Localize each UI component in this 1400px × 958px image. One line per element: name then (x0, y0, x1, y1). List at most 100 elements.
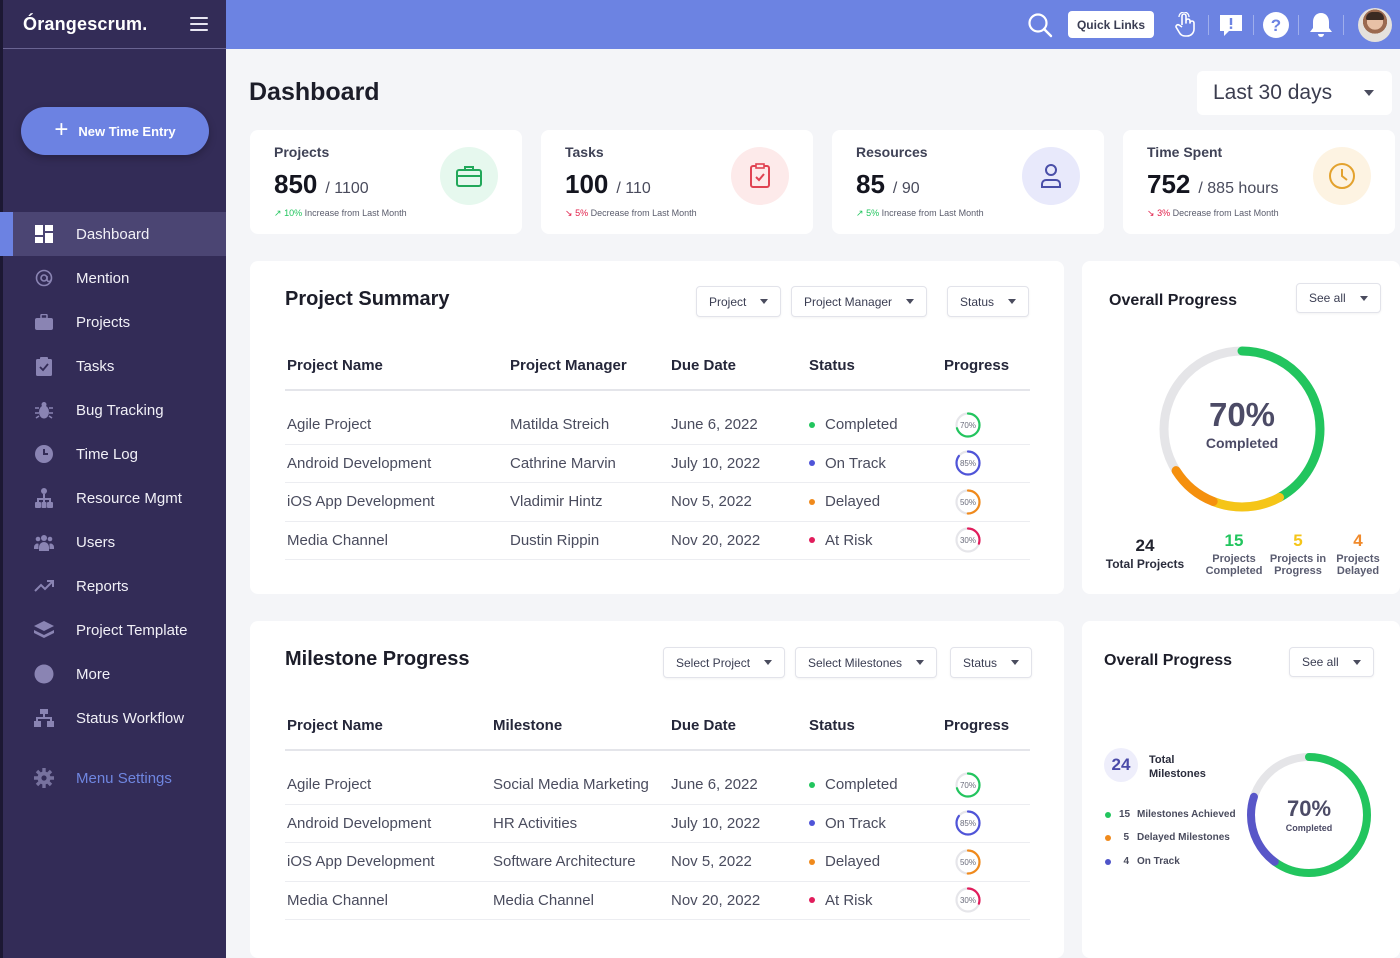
total-projects-value: 24 (1135, 536, 1155, 555)
date-range-value: Last 30 days (1213, 81, 1333, 104)
trend-text: Decrease from Last Month (590, 208, 697, 218)
chevron-down-icon (916, 660, 925, 665)
table-row[interactable]: iOS App Development Software Architecture… (285, 843, 1030, 882)
sidebar-item-users[interactable]: Users (3, 520, 226, 564)
sidebar-item-tasks[interactable]: Tasks (3, 344, 226, 388)
filter-label: Select Project (676, 655, 751, 670)
milestone-cell: Social Media Marketing (493, 776, 649, 794)
sidebar-item-mention[interactable]: Mention (3, 256, 226, 300)
trend-percent: 5% (575, 208, 589, 218)
sidebar-item-menu-settings[interactable]: Menu Settings (3, 756, 226, 800)
hand-pointer-icon[interactable] (1164, 0, 1208, 49)
table-header: Project Name Project Manager Due Date St… (285, 341, 1030, 391)
progress-cell: 85% (944, 809, 1030, 837)
due-date-cell: June 6, 2022 (671, 416, 758, 434)
status-dot (809, 858, 815, 865)
col-header[interactable]: Progress (944, 717, 1030, 734)
bell-icon[interactable] (1299, 0, 1343, 49)
col-header[interactable]: Milestone (493, 717, 671, 734)
status-dot (809, 498, 815, 505)
table-row[interactable]: Agile Project Social Media Marketing June … (285, 766, 1030, 805)
sidebar-item-status-workflow[interactable]: Status Workflow (3, 696, 226, 740)
sidebar-item-more[interactable]: More (3, 652, 226, 696)
stat-card-tasks: Tasks 100/ 110 ↘ 5% Decrease from Last M… (541, 130, 813, 234)
see-all-dropdown[interactable]: See all (1289, 647, 1374, 677)
project-manager-cell: Cathrine Marvin (510, 454, 616, 472)
stat-trend: ↘ 5% Decrease from Last Month (565, 208, 813, 219)
sidebar-item-label: Dashboard (76, 225, 150, 243)
progress-cell: 50% (944, 488, 1030, 516)
search-icon[interactable] (1018, 0, 1062, 49)
chevron-down-icon (1359, 295, 1368, 301)
brand-logo[interactable]: Órangescrum. (23, 14, 147, 35)
stat-label: Progress (1274, 565, 1322, 577)
table-row[interactable]: Media Channel Dustin Rippin Nov 20, 2022 At… (285, 522, 1030, 560)
see-all-dropdown[interactable]: See all (1296, 283, 1381, 313)
legend-dot (1105, 811, 1111, 818)
stat-label: Delayed (1336, 565, 1380, 577)
legend-item: 15 Milestones Achieved (1105, 809, 1236, 820)
table-row[interactable]: Media Channel Media Channel Nov 20, 2022 At… (285, 882, 1030, 920)
trend-text: Decrease from Last Month (1172, 208, 1279, 218)
stat-total: / 885 hours (1198, 180, 1279, 197)
stat-trend: ↘ 3% Decrease from Last Month (1147, 208, 1395, 219)
filter-select-project[interactable]: Select Project (663, 647, 786, 678)
due-date-cell: Nov 5, 2022 (671, 493, 752, 511)
project-summary-panel: Project Summary Project Project Manager … (250, 261, 1064, 594)
stat-label: Projects (1212, 553, 1256, 565)
stat-trend: ↗ 10% Increase from Last Month (274, 208, 522, 219)
sidebar-item-projects[interactable]: Projects (3, 300, 226, 344)
hamburger-menu-icon[interactable] (190, 17, 208, 31)
filter-project[interactable]: Project (696, 286, 782, 317)
donut-percent: 70% (1208, 396, 1276, 433)
clipboard-check-icon (34, 356, 54, 376)
avatar[interactable] (1358, 7, 1392, 42)
col-header[interactable]: Due Date (671, 357, 809, 374)
progress-ring: 30% (955, 887, 981, 913)
sidebar-item-reports[interactable]: Reports (3, 564, 226, 608)
legend-value: 4 (1123, 856, 1129, 867)
sidebar-item-resource-mgmt[interactable]: Resource Mgmt (3, 476, 226, 520)
col-header[interactable]: Progress (944, 357, 1030, 374)
new-time-entry-button[interactable]: + New Time Entry (21, 107, 209, 155)
due-date-cell: June 6, 2022 (671, 776, 758, 794)
legend-label: Milestones Achieved (1137, 809, 1236, 820)
project-name-cell: Media Channel (287, 531, 388, 549)
users-icon (34, 532, 54, 552)
project-name-cell: Android Development (287, 814, 432, 832)
legend-label: Delayed Milestones (1137, 832, 1230, 843)
sidebar-item-label: Projects (76, 313, 131, 331)
total-milestones-label: Total Milestones (1149, 753, 1206, 781)
filter-project-manager[interactable]: Project Manager (791, 286, 928, 317)
sidebar-item-dashboard[interactable]: Dashboard (0, 212, 226, 256)
col-header[interactable]: Status (809, 357, 944, 374)
sidebar-nav: Dashboard Mention Projects Tasks Bug Tra… (0, 212, 226, 800)
help-icon[interactable]: ? (1254, 0, 1298, 49)
legend-item: 5 Delayed Milestones (1105, 832, 1230, 843)
col-header[interactable]: Project Name (285, 357, 510, 374)
filter-status[interactable]: Status (947, 286, 1030, 317)
col-header[interactable]: Project Manager (510, 357, 671, 374)
col-header[interactable]: Project Name (285, 717, 493, 734)
filter-select-milestones[interactable]: Select Milestones (795, 647, 938, 678)
col-header[interactable]: Status (809, 717, 944, 734)
progress-cell: 30% (944, 526, 1030, 554)
feedback-icon[interactable] (1209, 0, 1253, 49)
sidebar-item-bug-tracking[interactable]: Bug Tracking (3, 388, 226, 432)
filter-status[interactable]: Status (950, 647, 1033, 678)
table-row[interactable]: Android Development HR Activities July 10,… (285, 805, 1030, 843)
table-row[interactable]: iOS App Development Vladimir Hintz Nov 5, … (285, 483, 1030, 522)
sidebar-item-time-log[interactable]: Time Log (3, 432, 226, 476)
quick-links-button[interactable]: Quick Links (1067, 11, 1154, 38)
overall-progress-milestones-panel: Overall Progress See all 24 Total Milest… (1082, 621, 1400, 958)
sidebar-item-project-template[interactable]: Project Template (3, 608, 226, 652)
table-row[interactable]: Android Development Cathrine Marvin July 1… (285, 445, 1030, 483)
stat-trend: ↗ 5% Increase from Last Month (856, 208, 1104, 219)
col-header[interactable]: Due Date (671, 717, 809, 734)
date-range-select[interactable]: Last 30 days (1197, 71, 1392, 115)
project-manager-cell: Dustin Rippin (510, 531, 600, 549)
briefcase-icon (440, 147, 498, 205)
workflow-icon (34, 708, 54, 728)
table-row[interactable]: Agile Project Matilda Streich June 6, 2022… (285, 406, 1030, 445)
overall-progress-projects-panel: Overall Progress See all 70% Completed 2… (1082, 261, 1400, 594)
